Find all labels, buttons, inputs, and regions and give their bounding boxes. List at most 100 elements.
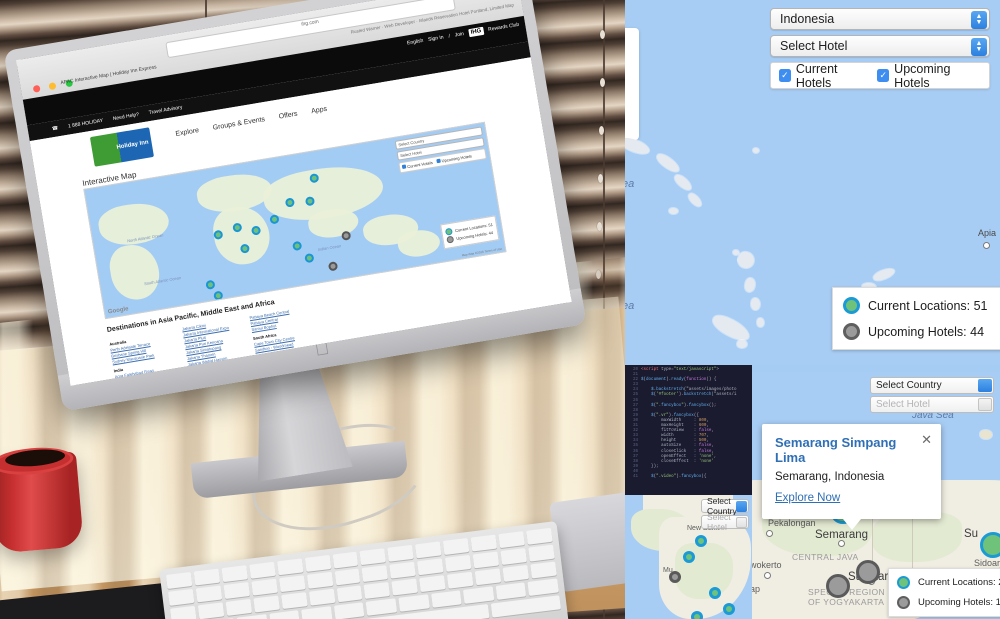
bottom-right-map[interactable]: Java Sea Select Country Select Hotel Jep… (752, 372, 1000, 619)
keyboard-key[interactable] (253, 595, 280, 613)
keyboard-key[interactable] (197, 602, 225, 619)
hotel-type-filter-bar[interactable]: ✓ Current Hotels ✓ Upcoming Hotels (770, 62, 990, 90)
side-panel-tab[interactable] (625, 28, 639, 140)
keyboard-key[interactable] (195, 585, 223, 603)
map-marker-upcoming[interactable] (669, 571, 681, 583)
stepper-icon[interactable] (736, 517, 747, 528)
map-marker-current[interactable] (691, 611, 703, 619)
keyboard-key[interactable] (527, 578, 559, 596)
keyboard-key[interactable] (391, 578, 419, 596)
map-marker-upcoming[interactable] (340, 230, 352, 241)
join-link[interactable]: Join (454, 31, 464, 38)
map-marker-current[interactable] (213, 290, 224, 301)
keyboard-key[interactable] (387, 544, 415, 562)
map-controls[interactable]: Indonesia ▲ ▼ Select Hotel ▲ ▼ ✓ Current… (770, 8, 990, 90)
keyboard-key[interactable] (308, 588, 336, 606)
keyboard-key[interactable] (528, 544, 555, 562)
country-select[interactable]: Select Country (870, 377, 994, 394)
map-marker-current[interactable] (723, 603, 735, 615)
checkbox-current-hotels[interactable]: ✓ Current Hotels (779, 62, 869, 90)
map-marker-current[interactable] (269, 214, 280, 225)
keyboard-key[interactable] (415, 541, 442, 559)
hotel-select[interactable]: Select Hotel (870, 396, 994, 413)
hotel-select[interactable]: Select Hotel ▲ ▼ (770, 35, 990, 57)
map-marker-upcoming[interactable] (327, 261, 339, 272)
stepper-icon[interactable]: ▲ ▼ (971, 38, 987, 56)
close-icon[interactable] (32, 84, 41, 93)
keyboard-key[interactable] (301, 606, 333, 619)
bottom-left-map[interactable]: New Delhi Mu Select Country Select Hotel (625, 495, 752, 619)
checkbox-current-hotels[interactable]: Current Hotels (401, 160, 433, 170)
keyboard-key[interactable] (417, 558, 444, 576)
keyboard-key[interactable] (530, 561, 557, 579)
keyboard-key[interactable] (251, 578, 278, 596)
map-marker-current[interactable] (304, 252, 315, 264)
keyboard-key[interactable] (170, 605, 197, 619)
keyboard-key[interactable] (470, 534, 498, 552)
nav-item-explore[interactable]: Explore (175, 127, 200, 138)
utility-nav-advisory[interactable]: Travel Advisory (148, 105, 183, 117)
keyboard-key[interactable] (276, 558, 304, 576)
keyboard-key[interactable] (306, 571, 333, 589)
country-select[interactable]: Indonesia ▲ ▼ (770, 8, 990, 30)
map-infowindow[interactable]: ✕ Semarang Simpang Lima Semarang, Indone… (762, 424, 941, 530)
close-icon[interactable]: ✕ (921, 433, 932, 446)
map-filter-panel[interactable]: Select Country Select Hotel Current Hote… (394, 126, 487, 174)
keyboard-key[interactable] (280, 592, 308, 610)
nav-item-groups-events[interactable]: Groups & Events (212, 116, 265, 132)
keyboard-key[interactable] (500, 548, 527, 565)
nav-item-apps[interactable]: Apps (311, 106, 328, 116)
keyboard-key[interactable] (269, 610, 301, 619)
keyboard-key[interactable] (430, 590, 462, 608)
keyboard-key[interactable] (447, 571, 474, 589)
utility-nav-phone[interactable]: 1 888 HOLIDAY (68, 118, 104, 130)
keyboard-key[interactable] (249, 561, 276, 579)
keyboard-key[interactable] (236, 614, 268, 619)
stepper-icon[interactable] (736, 501, 747, 512)
keyboard-key[interactable] (495, 582, 527, 600)
keyboard-key[interactable] (526, 527, 553, 545)
sign-in-link[interactable]: Sign In (428, 34, 444, 42)
keyboard-key[interactable] (221, 565, 248, 583)
keyboard-key[interactable] (463, 586, 495, 604)
keyboard-key[interactable] (419, 575, 446, 593)
minimize-icon[interactable] (48, 82, 57, 91)
checkbox-upcoming-hotels[interactable]: ✓ Upcoming Hotels (877, 62, 981, 90)
explore-now-link[interactable]: Explore Now (775, 492, 840, 504)
keyboard-key[interactable] (364, 581, 391, 599)
keyboard-key[interactable] (334, 568, 361, 586)
map-marker-upcoming[interactable] (826, 574, 850, 598)
map-marker-current[interactable] (695, 535, 707, 547)
keyboard-key[interactable] (445, 554, 472, 572)
keyboard-key[interactable] (225, 598, 252, 616)
stepper-icon[interactable]: ▲ ▼ (971, 11, 987, 29)
map-marker-upcoming[interactable] (856, 560, 880, 584)
keyboard-key[interactable] (389, 561, 417, 579)
keyboard-key[interactable] (332, 551, 359, 569)
holiday-inn-express-logo[interactable]: Holiday Inn (89, 127, 155, 167)
keyboard-key[interactable] (333, 602, 365, 619)
keyboard-key[interactable] (193, 568, 221, 586)
keyboard-key[interactable] (167, 588, 195, 606)
keyboard-key[interactable] (366, 598, 398, 616)
keyboard-key[interactable] (502, 564, 530, 582)
map-marker-current[interactable] (709, 587, 721, 599)
checkbox-icon[interactable]: ✓ (877, 69, 890, 82)
code-editor-panel[interactable]: 20 <script type="text/javascript"> 21 22 $(d… (625, 365, 752, 505)
checkbox-icon[interactable]: ✓ (779, 69, 791, 82)
map-marker-current[interactable] (205, 279, 216, 290)
keyboard-key[interactable] (278, 575, 306, 593)
map-marker-current[interactable] (683, 551, 695, 563)
map-marker-current[interactable] (291, 240, 303, 252)
country-select[interactable]: Select Country (701, 496, 749, 516)
stepper-icon[interactable] (978, 398, 992, 411)
keyboard-key[interactable] (336, 585, 363, 603)
stepper-icon[interactable] (978, 379, 992, 392)
keyboard-key[interactable] (223, 582, 250, 600)
hotel-select[interactable]: Select Hotel (701, 512, 749, 532)
keyboard-key[interactable] (165, 572, 193, 589)
keyboard-key[interactable] (472, 551, 500, 569)
utility-nav-help[interactable]: Need Help? (112, 112, 139, 122)
nav-item-offers[interactable]: Offers (278, 111, 298, 121)
keyboard-key[interactable] (359, 548, 387, 566)
